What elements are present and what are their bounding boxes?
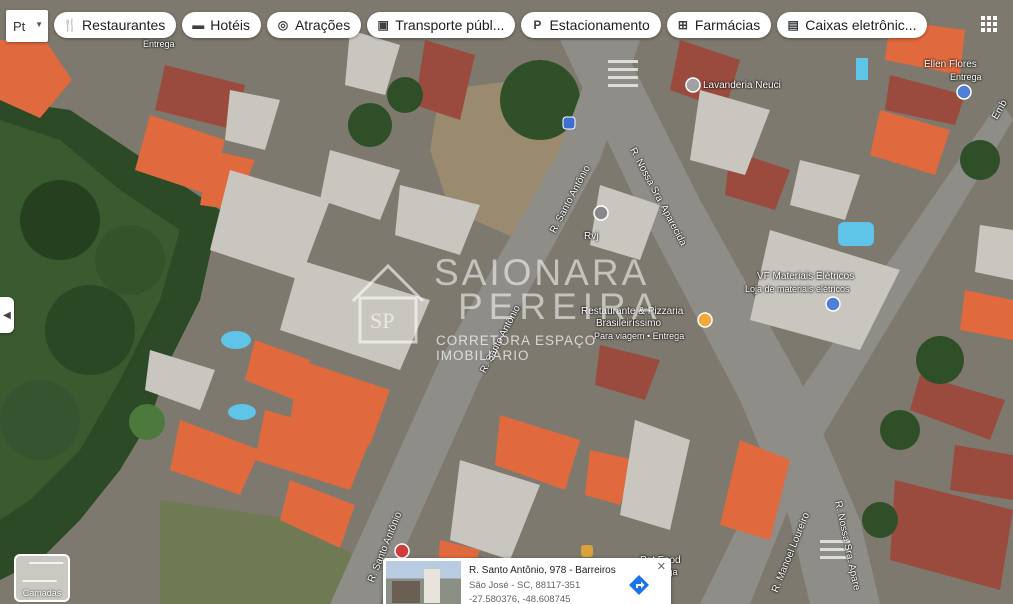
layers-label: Camadas <box>22 588 62 598</box>
chip-restaurantes[interactable]: 🍴 Restaurantes <box>54 12 177 38</box>
chip-label: Transporte públ... <box>395 17 505 33</box>
hotel-icon: ▬ <box>192 18 205 32</box>
language-selector[interactable]: Pt ▼ <box>6 10 48 42</box>
poi-ellen-sub: Entrega <box>950 72 982 82</box>
transit-icon: ▣ <box>377 18 389 32</box>
poi-restaurante-sub: Para viagem • Entrega <box>594 331 685 341</box>
chip-label: Caixas eletrônic... <box>805 17 917 33</box>
atm-icon: ▤ <box>787 18 799 32</box>
chip-estacionamento[interactable]: P Estacionamento <box>521 12 661 38</box>
poi-lavanderia-label[interactable]: Lavanderia Neuci <box>703 80 781 91</box>
chevron-down-icon: ▼ <box>35 20 43 29</box>
poi-entrega-label: Entrega <box>143 39 175 49</box>
category-chip-bar: 🍴 Restaurantes ▬ Hotéis ◎ Atrações ▣ Tra… <box>54 12 928 38</box>
street-view-thumbnail[interactable] <box>386 561 461 604</box>
close-icon[interactable]: ✕ <box>657 560 666 573</box>
chip-transporte[interactable]: ▣ Transporte públ... <box>367 12 516 38</box>
chip-hoteis[interactable]: ▬ Hotéis <box>182 12 261 38</box>
place-address: R. Santo Antônio, 978 - Barreiros <box>469 565 616 576</box>
place-info-card[interactable]: R. Santo Antônio, 978 - Barreiros São Jo… <box>383 558 671 604</box>
restaurant-icon: 🍴 <box>62 18 78 32</box>
directions-icon[interactable] <box>627 573 651 597</box>
chevron-left-icon: ◀ <box>3 309 11 321</box>
collapse-side-panel-button[interactable]: ◀ <box>0 297 14 333</box>
chip-caixas[interactable]: ▤ Caixas eletrônic... <box>777 12 928 38</box>
poi-restaurante-label[interactable]: Restaurante & Pizzaria <box>581 306 683 317</box>
poi-restaurante-label-2[interactable]: Brasileiríssimo <box>596 318 661 329</box>
apps-grid-icon[interactable] <box>981 16 997 32</box>
chip-label: Hotéis <box>210 17 250 33</box>
chip-label: Restaurantes <box>82 17 166 33</box>
attraction-icon: ◎ <box>277 18 289 32</box>
poi-ellen-label[interactable]: Ellen Flores <box>924 59 977 70</box>
poi-vf-sub: Loja de materiais elétricos <box>745 284 850 294</box>
chip-atracoes[interactable]: ◎ Atrações <box>266 12 362 38</box>
layers-icon <box>22 562 64 582</box>
satellite-map[interactable] <box>0 0 1013 604</box>
poi-vf-label[interactable]: VF Materiais Elétricos <box>757 271 854 282</box>
chip-label: Atrações <box>294 17 351 33</box>
layers-button[interactable]: Camadas <box>14 554 70 602</box>
parking-icon: P <box>533 18 542 32</box>
place-city: São José - SC, 88117-351 <box>469 580 581 591</box>
chip-farmacias[interactable]: ⊞ Farmácias <box>666 12 772 38</box>
pharmacy-icon: ⊞ <box>677 18 688 32</box>
poi-rvj-label[interactable]: Rvj <box>584 231 598 242</box>
chip-label: Estacionamento <box>549 17 650 33</box>
language-label: Pt <box>13 18 26 34</box>
chip-label: Farmácias <box>694 17 761 33</box>
place-coordinates: -27.580376, -48.608745 <box>469 594 571 604</box>
